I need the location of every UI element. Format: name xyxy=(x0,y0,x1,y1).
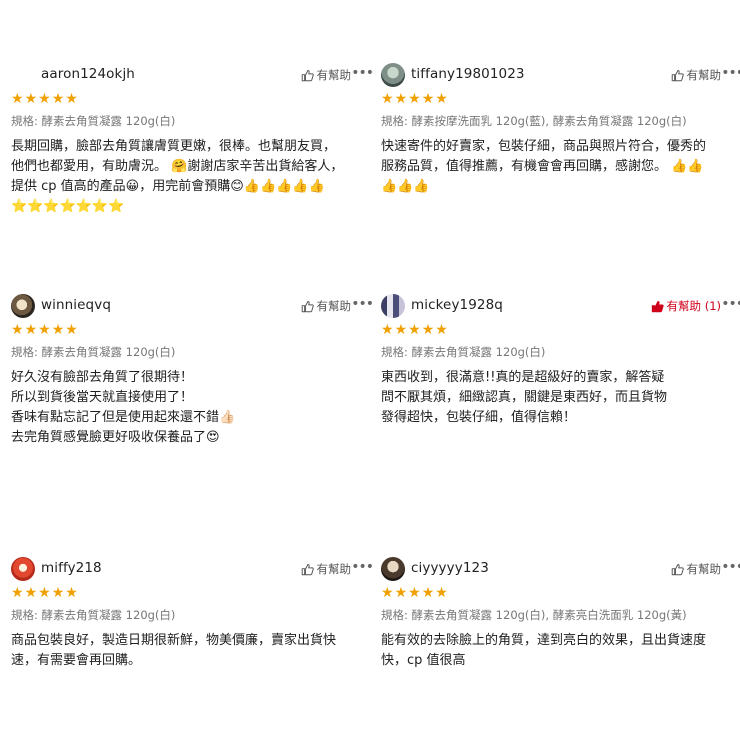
review-card: ciyyyyy123 有幫助 ••• ★ ★ ★ ★ ★ 規格: 酵素去角質凝露… xyxy=(381,557,740,671)
star-icon: ★ xyxy=(421,322,435,338)
helpful-label: 有幫助 xyxy=(316,299,352,313)
star-icon: ★ xyxy=(38,91,51,107)
star-icon: ★ xyxy=(394,91,408,107)
star-icon: ★ xyxy=(38,585,51,601)
star-icon: ★ xyxy=(435,322,448,338)
variation-label: 規格: 酵素去角質凝露 120g(白), 酵素亮白洗面乳 120g(黃) xyxy=(381,608,687,622)
avatar[interactable] xyxy=(381,294,405,318)
star-rating: ★ ★ ★ ★ ★ xyxy=(381,322,740,338)
helpful-button[interactable]: 有幫助 xyxy=(301,67,352,83)
review-comment: 能有效的去除臉上的角質，達到亮白的效果，且出貨速度 快，cp 值很高 xyxy=(381,633,707,668)
star-rating: ★ ★ ★ ★ ★ xyxy=(11,322,373,338)
star-icon: ★ xyxy=(51,91,65,107)
helpful-label: 有幫助 (1) xyxy=(666,299,721,313)
star-icon: ★ xyxy=(394,585,408,601)
star-icon: ★ xyxy=(11,322,24,338)
username[interactable]: winnieqvq xyxy=(41,297,111,313)
review-header: mickey1928q 有幫助 (1) ••• xyxy=(381,294,740,320)
thumbs-up-icon xyxy=(671,69,684,81)
helpful-button[interactable]: 有幫助 xyxy=(671,561,722,577)
more-options-icon[interactable]: ••• xyxy=(721,559,740,575)
variation-label: 規格: 酵素去角質凝露 120g(白) xyxy=(11,345,176,359)
star-icon: ★ xyxy=(435,585,448,601)
avatar[interactable] xyxy=(11,63,35,87)
helpful-button-active[interactable]: 有幫助 (1) xyxy=(651,298,721,314)
thumbs-up-icon xyxy=(301,69,314,81)
helpful-label: 有幫助 xyxy=(686,562,722,576)
username[interactable]: ciyyyyy123 xyxy=(411,560,489,576)
thumbs-up-filled-icon xyxy=(651,300,664,312)
star-icon: ★ xyxy=(394,322,408,338)
avatar[interactable] xyxy=(11,557,35,581)
star-icon: ★ xyxy=(381,91,394,107)
star-rating: ★ ★ ★ ★ ★ xyxy=(11,585,373,601)
star-icon: ★ xyxy=(11,91,24,107)
review-comment: 好久沒有臉部去角質了很期待！ 所以到貨後當天就直接使用了！ 香味有點忘記了但是使… xyxy=(11,370,236,445)
review-comment: 商品包裝良好，製造日期很新鮮，物美價廉，賣家出貨快 速，有需要會再回購。 xyxy=(11,633,337,668)
review-card: miffy218 有幫助 ••• ★ ★ ★ ★ ★ 規格: 酵素去角質凝露 1… xyxy=(11,557,374,671)
variation-label: 規格: 酵素去角質凝露 120g(白) xyxy=(11,114,176,128)
avatar[interactable] xyxy=(381,63,405,87)
star-icon: ★ xyxy=(24,322,38,338)
review-card: tiffany19801023 有幫助 ••• ★ ★ ★ ★ ★ 規格: 酵素… xyxy=(381,63,740,197)
username[interactable]: aaron124okjh xyxy=(41,66,135,82)
variation-label: 規格: 酵素去角質凝露 120g(白) xyxy=(11,608,176,622)
star-rating: ★ ★ ★ ★ ★ xyxy=(381,585,740,601)
review-card: mickey1928q 有幫助 (1) ••• ★ ★ ★ ★ ★ 規格: 酵素… xyxy=(381,294,740,428)
star-icon: ★ xyxy=(421,585,435,601)
star-icon: ★ xyxy=(408,322,421,338)
variation-label: 規格: 酵素去角質凝露 120g(白) xyxy=(381,345,546,359)
helpful-label: 有幫助 xyxy=(316,562,352,576)
star-icon: ★ xyxy=(435,91,448,107)
avatar[interactable] xyxy=(11,294,35,318)
star-icon: ★ xyxy=(381,322,394,338)
review-header: aaron124okjh 有幫助 ••• xyxy=(11,63,374,89)
helpful-button[interactable]: 有幫助 xyxy=(301,298,352,314)
star-icon: ★ xyxy=(65,322,78,338)
review-header: tiffany19801023 有幫助 ••• xyxy=(381,63,740,89)
more-options-icon[interactable]: ••• xyxy=(351,559,374,575)
review-header: winnieqvq 有幫助 ••• xyxy=(11,294,374,320)
thumbs-up-icon xyxy=(671,563,684,575)
star-icon: ★ xyxy=(408,585,421,601)
more-options-icon[interactable]: ••• xyxy=(721,296,740,312)
username[interactable]: miffy218 xyxy=(41,560,102,576)
review-card: winnieqvq 有幫助 ••• ★ ★ ★ ★ ★ 規格: 酵素去角質凝露 … xyxy=(11,294,374,448)
username[interactable]: mickey1928q xyxy=(411,297,503,313)
helpful-label: 有幫助 xyxy=(686,68,722,82)
star-icon: ★ xyxy=(381,585,394,601)
star-icon: ★ xyxy=(421,91,435,107)
star-icon: ★ xyxy=(24,585,38,601)
star-icon: ★ xyxy=(65,91,78,107)
thumbs-up-icon xyxy=(301,563,314,575)
more-options-icon[interactable]: ••• xyxy=(351,65,374,81)
username[interactable]: tiffany19801023 xyxy=(411,66,525,82)
review-comment: 長期回購，臉部去角質讓膚質更嫩，很棒。也幫朋友買， 他們也都愛用，有助膚況。 🤗… xyxy=(11,139,344,214)
more-options-icon[interactable]: ••• xyxy=(721,65,740,81)
helpful-button[interactable]: 有幫助 xyxy=(301,561,352,577)
review-comment: 東西收到，很滿意!!真的是超級好的賣家，解答疑 問不厭其煩，細緻認真，關鍵是東西… xyxy=(381,370,668,425)
star-icon: ★ xyxy=(24,91,38,107)
helpful-button[interactable]: 有幫助 xyxy=(671,67,722,83)
variation-label: 規格: 酵素按摩洗面乳 120g(藍), 酵素去角質凝露 120g(白) xyxy=(381,114,687,128)
review-comment: 快速寄件的好賣家，包裝仔細，商品與照片符合，優秀的 服務品質，值得推薦，有機會會… xyxy=(381,139,707,194)
star-icon: ★ xyxy=(51,322,65,338)
star-icon: ★ xyxy=(65,585,78,601)
star-icon: ★ xyxy=(408,91,421,107)
avatar[interactable] xyxy=(381,557,405,581)
star-rating: ★ ★ ★ ★ ★ xyxy=(11,91,373,107)
review-card: aaron124okjh 有幫助 ••• ★ ★ ★ ★ ★ 規格: 酵素去角質… xyxy=(11,63,374,217)
star-icon: ★ xyxy=(51,585,65,601)
more-options-icon[interactable]: ••• xyxy=(351,296,374,312)
star-rating: ★ ★ ★ ★ ★ xyxy=(381,91,740,107)
helpful-label: 有幫助 xyxy=(316,68,352,82)
star-icon: ★ xyxy=(38,322,51,338)
review-header: ciyyyyy123 有幫助 ••• xyxy=(381,557,740,583)
star-icon: ★ xyxy=(11,585,24,601)
thumbs-up-icon xyxy=(301,300,314,312)
review-header: miffy218 有幫助 ••• xyxy=(11,557,374,583)
